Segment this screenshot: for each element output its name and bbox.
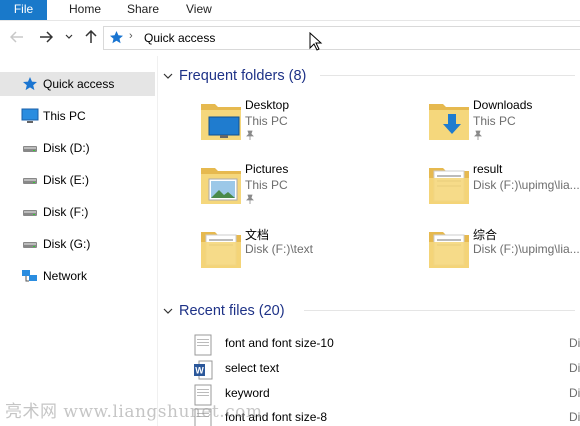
up-button[interactable]	[83, 28, 99, 46]
star-icon	[23, 77, 37, 91]
watermark: 亮术网 www.liangshunet.com	[5, 402, 263, 422]
drive-icon	[23, 242, 37, 248]
tab-file[interactable]: File	[0, 0, 47, 20]
list-item[interactable]: W select text Di	[190, 358, 580, 382]
back-arrow-icon	[10, 31, 23, 43]
sidebar-item-label: Network	[43, 269, 88, 283]
document-icon	[194, 334, 212, 356]
file-name: font and font size-10	[225, 336, 334, 350]
tab-share[interactable]: Share	[127, 0, 159, 20]
recent-locations-button[interactable]	[63, 28, 75, 46]
up-arrow-icon	[85, 30, 97, 43]
folder-pictures[interactable]: Pictures This PC	[200, 162, 410, 222]
sidebar-item-disk-e[interactable]: Disk (E:)	[0, 168, 155, 192]
folder-name: Downloads	[473, 98, 533, 112]
tab-view[interactable]: View	[186, 0, 212, 20]
downloads-folder-icon	[429, 104, 469, 140]
chevron-down-icon	[163, 308, 173, 314]
pictures-folder-icon	[201, 168, 241, 204]
folder-name: 文档	[245, 228, 270, 242]
folder-desktop[interactable]: Desktop This PC	[200, 98, 410, 158]
back-button[interactable]	[9, 28, 25, 46]
navigation-pane: Quick access This PC Disk (D:) Disk (E:)…	[0, 56, 158, 426]
section-divider	[304, 310, 575, 311]
sidebar-item-quick-access[interactable]: Quick access	[0, 72, 155, 96]
desktop-folder-icon	[201, 104, 241, 140]
tab-home[interactable]: Home	[69, 0, 101, 20]
sidebar-item-disk-d[interactable]: Disk (D:)	[0, 136, 155, 160]
file-location: Di	[569, 410, 580, 424]
chevron-down-icon	[65, 34, 73, 39]
folder-name: 综合	[473, 228, 498, 242]
folder-location: This PC	[473, 114, 516, 128]
sidebar-item-disk-g[interactable]: Disk (G:)	[0, 232, 155, 256]
sidebar-item-label: Disk (F:)	[43, 205, 89, 219]
star-icon	[110, 31, 123, 44]
sidebar-item-label: Disk (D:)	[43, 141, 90, 155]
sidebar-item-label: Disk (E:)	[43, 173, 89, 187]
file-location: Di	[569, 386, 580, 400]
folder-icon	[201, 232, 241, 268]
folder-location: This PC	[245, 114, 288, 128]
section-title: Recent files (20)	[179, 303, 285, 319]
folder-icon	[429, 232, 469, 268]
file-location: Di	[569, 336, 580, 350]
section-divider	[320, 75, 575, 76]
address-bar[interactable]: › Quick access	[103, 26, 580, 50]
section-title: Frequent folders (8)	[179, 68, 307, 84]
pin-icon	[246, 130, 254, 140]
file-name: select text	[225, 361, 280, 375]
folder-downloads[interactable]: Downloads This PC	[428, 98, 580, 158]
folder-result[interactable]: result Disk (F:)\upimg\lia...	[428, 162, 580, 222]
folder-name: Desktop	[245, 98, 290, 112]
sidebar-item-this-pc[interactable]: This PC	[0, 104, 155, 128]
network-icon	[22, 270, 37, 282]
ribbon-tabs: File Home Share View	[0, 0, 580, 21]
folder-location: This PC	[245, 178, 288, 192]
drive-icon	[23, 146, 37, 152]
sidebar-item-label: Quick access	[43, 77, 115, 91]
folder-with-documents-icon	[429, 168, 469, 204]
mouse-cursor-icon	[309, 32, 323, 51]
folder-general-cn[interactable]: 综合 Disk (F:)\upimg\lia...	[428, 226, 580, 286]
pin-icon	[474, 130, 482, 140]
frequent-folders-header[interactable]: Frequent folders (8)	[163, 66, 577, 86]
word-document-icon: W	[194, 360, 213, 380]
sidebar-item-label: Disk (G:)	[43, 237, 91, 251]
chevron-down-icon	[163, 73, 173, 79]
breadcrumb-separator: ›	[129, 30, 133, 42]
forward-arrow-icon	[40, 31, 53, 43]
folder-name: Pictures	[245, 162, 289, 176]
folder-location: Disk (F:)\text	[245, 242, 313, 256]
monitor-icon	[21, 108, 39, 123]
recent-files-header[interactable]: Recent files (20)	[163, 301, 577, 321]
address-text: Quick access	[144, 31, 216, 45]
svg-text:W: W	[195, 366, 204, 376]
folder-location: Disk (F:)\upimg\lia...	[473, 178, 580, 192]
folder-documents-cn[interactable]: 文档 Disk (F:)\text	[200, 226, 410, 286]
drive-icon	[23, 178, 37, 184]
drive-icon	[23, 210, 37, 216]
sidebar-item-network[interactable]: Network	[0, 264, 155, 288]
file-location: Di	[569, 361, 580, 375]
folder-location: Disk (F:)\upimg\lia...	[473, 242, 580, 256]
list-item[interactable]: font and font size-10 Di	[190, 333, 580, 357]
sidebar-item-disk-f[interactable]: Disk (F:)	[0, 200, 155, 224]
folder-name: result	[473, 162, 503, 176]
sidebar-item-label: This PC	[43, 109, 86, 123]
forward-button[interactable]	[38, 28, 54, 46]
pin-icon	[246, 194, 254, 204]
